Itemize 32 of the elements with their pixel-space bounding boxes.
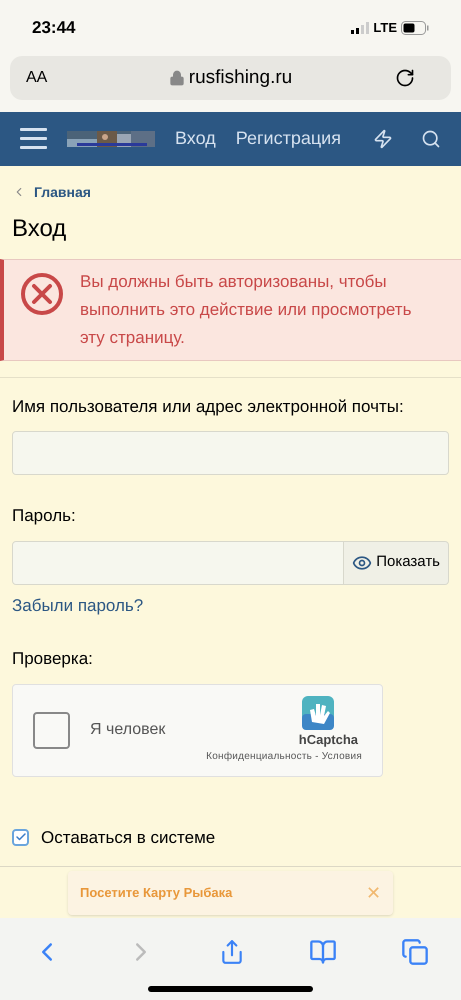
error-icon [20,272,64,316]
text-size-button[interactable]: AA [26,66,86,90]
nav-link[interactable]: Регистрация [236,125,341,152]
show-password-button[interactable]: Показать [344,540,449,584]
username-label: Имя пользователя или адрес электронной почты: [12,396,405,418]
forgot-password-link[interactable]: Забыли пароль? [12,592,144,618]
battery-icon [401,21,429,35]
verification-label: Проверка: [12,648,94,670]
password-field[interactable] [12,540,344,584]
lock-icon [168,70,185,86]
captcha-label: Я человек [90,720,166,740]
bookmarks-icon[interactable] [309,938,338,966]
password-label: Пароль: [12,505,77,527]
menu-icon[interactable] [20,128,47,150]
address-bar[interactable]: AA rusfishing.ru [10,56,451,100]
breadcrumb-link[interactable]: Главная [34,182,91,202]
url-text: rusfishing.ru [188,66,292,90]
captcha-links[interactable]: Конфиденциальность - Условия [206,749,362,764]
username-field[interactable] [12,431,449,475]
lightning-icon[interactable] [373,128,393,149]
search-icon[interactable] [421,128,441,149]
tabs-icon[interactable] [401,938,430,966]
status-time: 23:44 [32,17,76,40]
remember-label: Оставаться в системе [41,826,216,848]
network-label: LTE [373,19,397,38]
signal-icon [351,22,370,34]
page-title: Вход [11,214,68,244]
error-message: Вы должны быть авторизованы, чтобы выполнить это действие или просмотреть эту страницу. [80,270,412,348]
nav-link[interactable]: Вход [175,125,216,152]
captcha-brand: hCaptcha [298,730,358,749]
captcha-checkbox[interactable] [33,712,70,748]
remember-checkbox[interactable] [12,828,29,846]
